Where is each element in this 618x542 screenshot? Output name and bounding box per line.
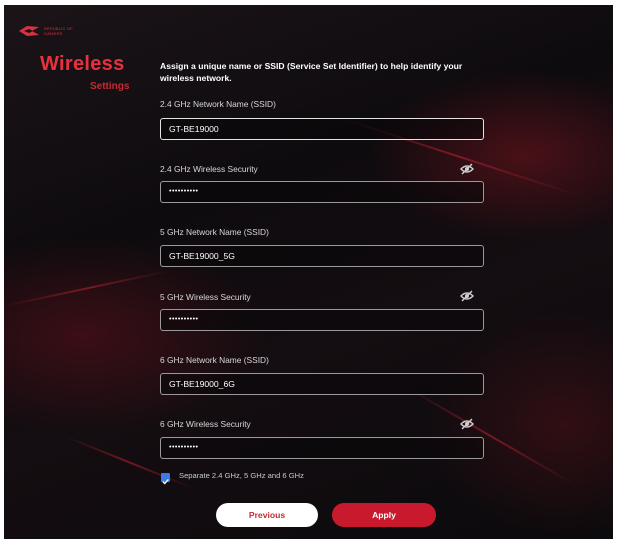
wizard-frame: REPUBLIC OF GAMERS Wireless Settings Ass…	[4, 5, 613, 539]
ssid-5-label: 5 GHz Network Name (SSID)	[160, 227, 269, 237]
ssid-24-input[interactable]: GT-BE19000	[160, 118, 484, 140]
security-24-label: 2.4 GHz Wireless Security	[160, 164, 258, 174]
rog-eye-logo-icon	[19, 26, 39, 36]
eye-slash-icon[interactable]	[460, 163, 474, 175]
background-streak	[403, 385, 578, 487]
security-6-input[interactable]: ••••••••••	[160, 437, 484, 459]
page-title: Wireless	[40, 53, 125, 75]
background-streak	[4, 269, 171, 307]
page-subtitle: Settings	[90, 81, 130, 92]
security-5-input[interactable]: ••••••••••	[160, 309, 484, 331]
security-6-label: 6 GHz Wireless Security	[160, 419, 251, 429]
logo-text: REPUBLIC OF GAMERS	[44, 26, 73, 36]
ssid-6-input[interactable]: GT-BE19000_6G	[160, 373, 484, 395]
separate-bands-checkbox[interactable]	[161, 473, 170, 485]
security-5-label: 5 GHz Wireless Security	[160, 292, 251, 302]
ssid-6-label: 6 GHz Network Name (SSID)	[160, 355, 269, 365]
eye-slash-icon[interactable]	[460, 418, 474, 430]
previous-button[interactable]: Previous	[216, 503, 318, 527]
intro-text: Assign a unique name or SSID (Service Se…	[160, 61, 463, 83]
separate-bands-label: Separate 2.4 GHz, 5 GHz and 6 GHz	[179, 471, 304, 480]
checkmark-icon	[162, 478, 169, 485]
eye-slash-icon[interactable]	[460, 290, 474, 302]
rog-logo: REPUBLIC OF GAMERS	[18, 25, 74, 37]
security-24-input[interactable]: ••••••••••	[160, 181, 484, 203]
apply-button[interactable]: Apply	[332, 503, 436, 527]
ssid-5-input[interactable]: GT-BE19000_5G	[160, 245, 484, 267]
ssid-24-label: 2.4 GHz Network Name (SSID)	[160, 99, 276, 109]
